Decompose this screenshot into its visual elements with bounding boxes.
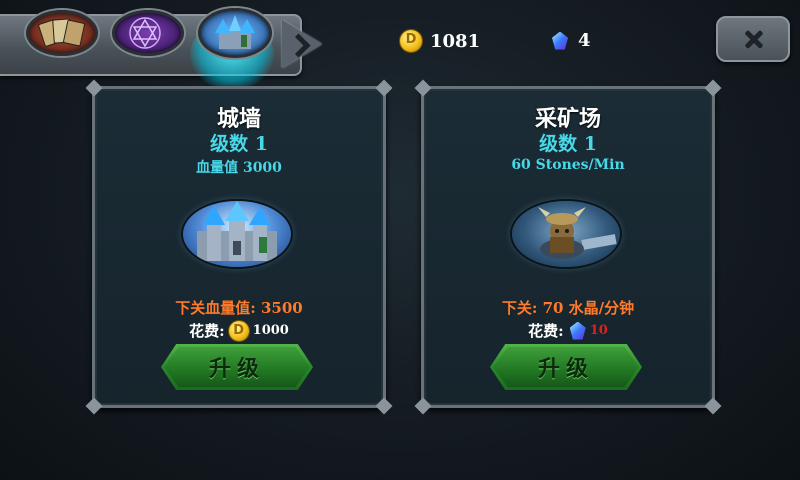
upgrade-cost: 花费: 10 bbox=[424, 320, 712, 341]
corner-ornament bbox=[414, 79, 432, 97]
crystal-amount: 4 bbox=[578, 30, 591, 51]
upgrade-button[interactable]: 升级 bbox=[490, 344, 642, 390]
crystal-icon bbox=[552, 31, 568, 50]
cost-value: 10 bbox=[589, 323, 608, 338]
miner-image bbox=[512, 201, 620, 267]
corner-ornament bbox=[85, 79, 103, 97]
corner-ornament bbox=[414, 397, 432, 415]
next-level-stat: 下关: 70 水晶/分钟 bbox=[501, 299, 635, 317]
crystal-icon bbox=[569, 321, 586, 340]
gold-coin-icon bbox=[400, 30, 422, 52]
cost-label: 花费: bbox=[189, 322, 225, 340]
upgrade-button-label: 升级 bbox=[537, 356, 594, 382]
gold-amount: 1081 bbox=[430, 30, 481, 52]
corner-ornament bbox=[85, 397, 103, 415]
upgrade-button[interactable]: 升级 bbox=[161, 344, 313, 390]
upgrade-cost: 花费: 1000 bbox=[95, 320, 383, 341]
next-level-stat: 下关血量值: 3500 bbox=[175, 299, 303, 317]
upgrade-button-label: 升级 bbox=[208, 356, 265, 382]
close-button[interactable] bbox=[716, 16, 790, 62]
gold-counter: 1081 bbox=[400, 30, 480, 52]
corner-ornament bbox=[704, 79, 722, 97]
gold-coin-icon bbox=[228, 320, 249, 341]
card-level: 级数 1 bbox=[210, 133, 268, 155]
castle-icon bbox=[215, 15, 255, 49]
corner-ornament bbox=[704, 397, 722, 415]
wall-image bbox=[183, 201, 291, 267]
corner-ornament bbox=[375, 79, 393, 97]
mine-upgrade-card: 采矿场 级数 1 60 Stones/Min 下关: 70 水晶/分钟 花费: … bbox=[414, 79, 722, 415]
corner-ornament bbox=[375, 397, 393, 415]
tab-cards[interactable] bbox=[26, 10, 98, 56]
cost-label: 花费: bbox=[528, 322, 564, 340]
wall-upgrade-card: 城墙 级数 1 血量值 3000 下关血量值: 3500 花费: 1000 升级 bbox=[85, 79, 393, 415]
crystal-counter: 4 bbox=[552, 30, 591, 51]
card-level: 级数 1 bbox=[539, 133, 597, 155]
tab-castle[interactable] bbox=[198, 8, 272, 58]
tab-magic[interactable] bbox=[112, 10, 184, 56]
cost-value: 1000 bbox=[252, 323, 289, 338]
card-stat: 60 Stones/Min bbox=[511, 157, 625, 173]
card-stat: 血量值 3000 bbox=[196, 160, 282, 176]
hexagram-icon bbox=[129, 17, 161, 49]
